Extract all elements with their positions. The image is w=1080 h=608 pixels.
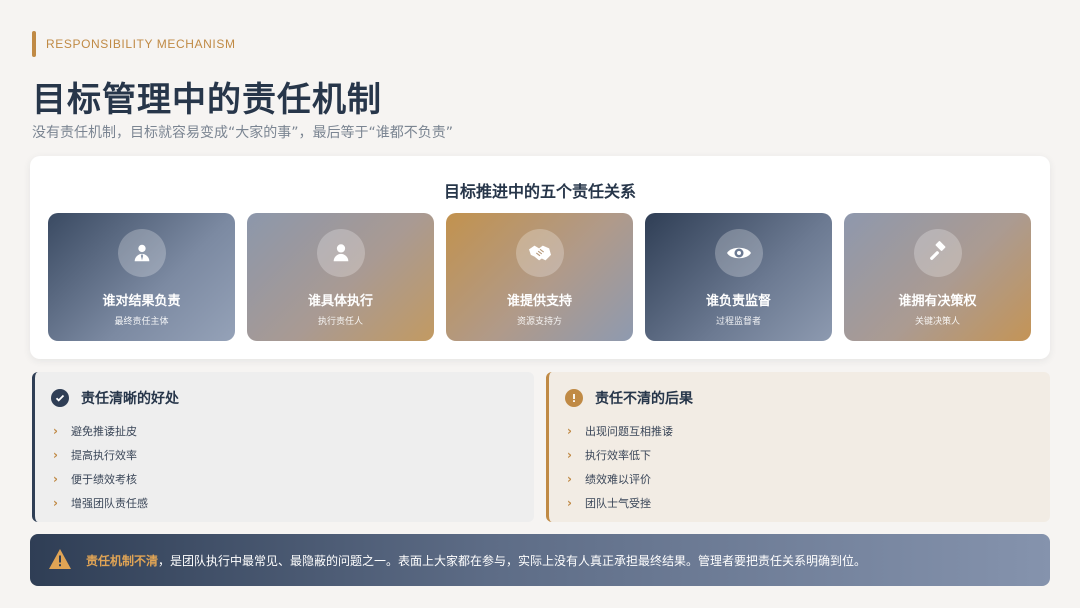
card-subtitle: 最终责任主体 bbox=[114, 317, 169, 327]
list-item-text: 提高执行效率 bbox=[71, 449, 137, 462]
benefits-header: 责任清晰的好处 bbox=[51, 388, 179, 408]
benefits-list: › 避免推诿扯皮 › 提高执行效率 › 便于绩效考核 › 增强团队责任感 bbox=[53, 419, 148, 515]
relation-card-supporter: 谁提供支持 资源支持方 bbox=[446, 213, 633, 341]
warning-icon bbox=[48, 548, 72, 574]
list-item: › 绩效难以评价 bbox=[567, 467, 673, 491]
relation-cards: 谁对结果负责 最终责任主体 谁具体执行 执行责任人 谁提供支持 资源支持方 谁负… bbox=[48, 213, 1031, 341]
list-item-text: 出现问题互相推诿 bbox=[585, 425, 673, 438]
list-item: › 提高执行效率 bbox=[53, 443, 148, 467]
warning-banner: 责任机制不清 ，是团队执行中最常见、最隐蔽的问题之一。表面上大家都在参与，实际上没… bbox=[30, 534, 1050, 586]
card-subtitle: 过程监督者 bbox=[715, 317, 761, 327]
consequences-title: 责任不清的后果 bbox=[595, 391, 693, 407]
list-item-text: 增强团队责任感 bbox=[71, 497, 148, 510]
page-title: 目标管理中的责任机制 bbox=[32, 80, 382, 120]
gavel-icon bbox=[914, 229, 962, 277]
list-item: › 增强团队责任感 bbox=[53, 491, 148, 515]
relation-card-supervisor: 谁负责监督 过程监督者 bbox=[645, 213, 832, 341]
eye-icon bbox=[715, 229, 763, 277]
card-title: 谁对结果负责 bbox=[102, 294, 181, 309]
card-subtitle: 关键决策人 bbox=[914, 317, 960, 327]
page-subtitle: 没有责任机制，目标就容易变成“大家的事”，最后等于“谁都不负责” bbox=[32, 125, 454, 141]
list-item-text: 避免推诿扯皮 bbox=[71, 425, 137, 438]
person-icon bbox=[317, 229, 365, 277]
card-subtitle: 执行责任人 bbox=[317, 317, 363, 327]
chevron-right-icon: › bbox=[53, 424, 58, 438]
exclamation-circle-icon bbox=[565, 389, 583, 407]
relation-card-decision-maker: 谁拥有决策权 关键决策人 bbox=[844, 213, 1031, 341]
card-title: 谁负责监督 bbox=[705, 294, 771, 309]
consequences-box: 责任不清的后果 › 出现问题互相推诿 › 执行效率低下 › 绩效难以评价 › 团队士气受… bbox=[546, 372, 1050, 522]
list-item-text: 执行效率低下 bbox=[585, 449, 651, 462]
banner-highlight: 责任机制不清 bbox=[86, 553, 159, 568]
chevron-right-icon: › bbox=[567, 448, 572, 462]
panel-title: 目标推进中的五个责任关系 bbox=[443, 182, 636, 201]
list-item: › 出现问题互相推诿 bbox=[567, 419, 673, 443]
banner-text: 责任机制不清 ，是团队执行中最常见、最隐蔽的问题之一。表面上大家都在参与，实际上没… bbox=[86, 534, 866, 586]
list-item: › 便于绩效考核 bbox=[53, 467, 148, 491]
chevron-right-icon: › bbox=[53, 472, 58, 486]
chevron-right-icon: › bbox=[567, 472, 572, 486]
list-item: › 执行效率低下 bbox=[567, 443, 673, 467]
tag-label: RESPONSIBILITY MECHANISM bbox=[46, 37, 236, 51]
relation-card-result-owner: 谁对结果负责 最终责任主体 bbox=[48, 213, 235, 341]
list-item: › 避免推诿扯皮 bbox=[53, 419, 148, 443]
chevron-right-icon: › bbox=[567, 424, 572, 438]
banner-body: ，是团队执行中最常见、最隐蔽的问题之一。表面上大家都在参与，实际上没有人真正承担… bbox=[158, 553, 867, 568]
benefits-title: 责任清晰的好处 bbox=[81, 391, 179, 407]
card-title: 谁具体执行 bbox=[307, 294, 373, 309]
tag-accent-bar bbox=[32, 31, 36, 57]
handshake-icon bbox=[516, 229, 564, 277]
list-item: › 团队士气受挫 bbox=[567, 491, 673, 515]
benefits-box: 责任清晰的好处 › 避免推诿扯皮 › 提高执行效率 › 便于绩效考核 › 增强团队责任感 bbox=[32, 372, 534, 522]
list-item-text: 绩效难以评价 bbox=[585, 473, 651, 486]
list-item-text: 便于绩效考核 bbox=[71, 473, 137, 486]
relations-panel: 目标推进中的五个责任关系 谁对结果负责 最终责任主体 谁具体执行 执行责任人 谁… bbox=[30, 156, 1050, 359]
chevron-right-icon: › bbox=[53, 448, 58, 462]
check-circle-icon bbox=[51, 389, 69, 407]
section-tag: RESPONSIBILITY MECHANISM bbox=[32, 31, 236, 57]
consequences-list: › 出现问题互相推诿 › 执行效率低下 › 绩效难以评价 › 团队士气受挫 bbox=[567, 419, 673, 515]
chevron-right-icon: › bbox=[53, 496, 58, 510]
card-title: 谁提供支持 bbox=[506, 294, 572, 309]
consequences-header: 责任不清的后果 bbox=[565, 388, 693, 408]
relation-card-executor: 谁具体执行 执行责任人 bbox=[247, 213, 434, 341]
chevron-right-icon: › bbox=[567, 496, 572, 510]
card-subtitle: 资源支持方 bbox=[516, 317, 562, 327]
card-title: 谁拥有决策权 bbox=[898, 294, 977, 309]
list-item-text: 团队士气受挫 bbox=[585, 497, 651, 510]
person-tie-icon bbox=[118, 229, 166, 277]
